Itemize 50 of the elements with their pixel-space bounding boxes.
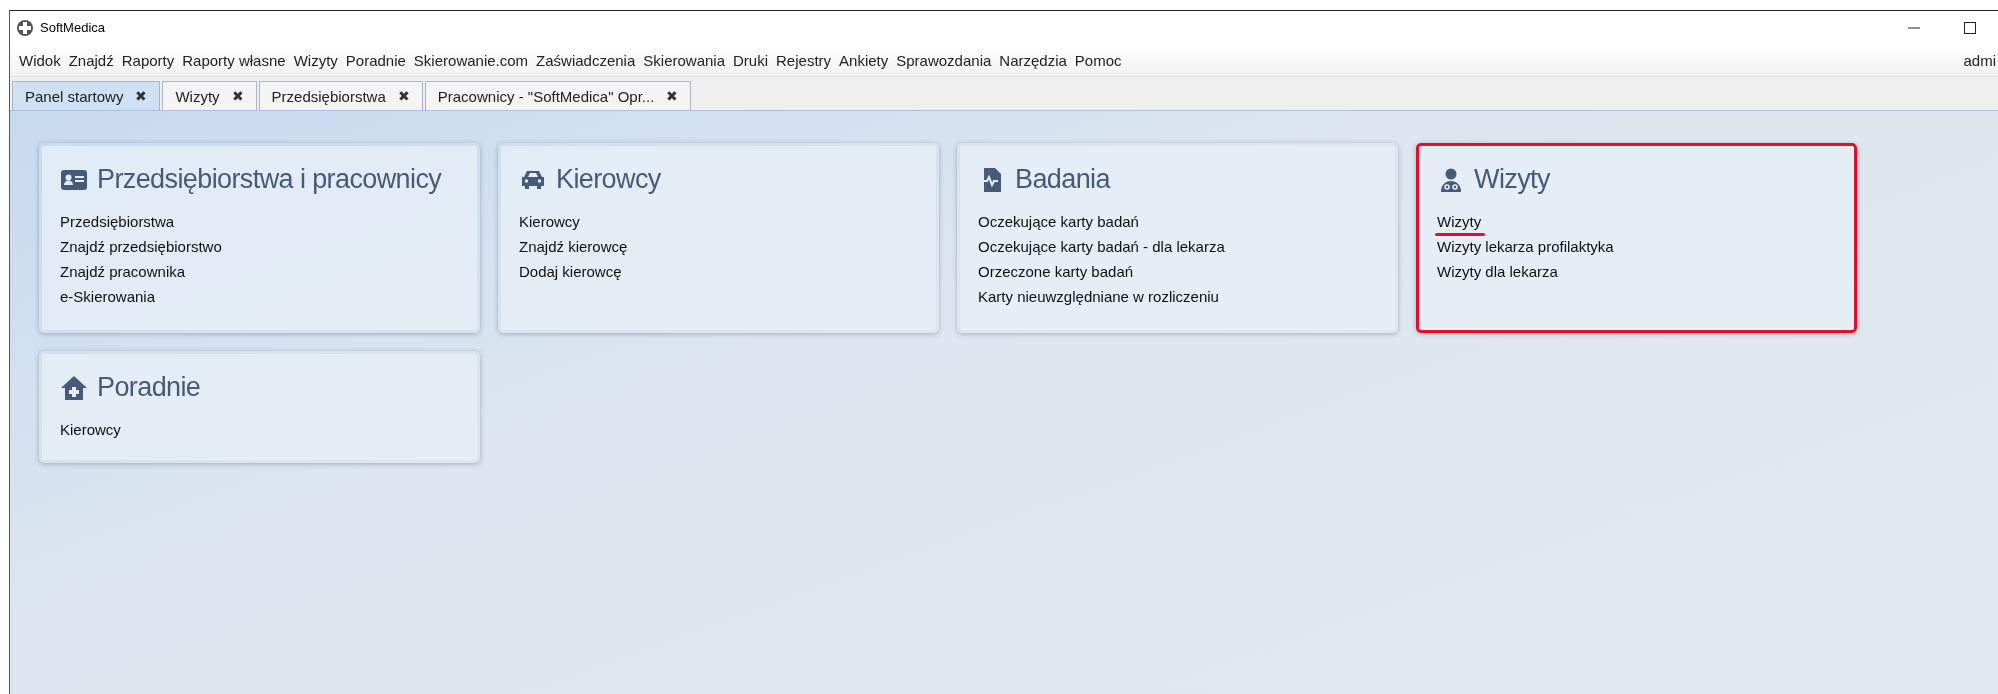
card-title: Badania	[1015, 164, 1110, 195]
tab[interactable]: Panel startowy ✖	[12, 81, 161, 110]
menu-item[interactable]: Widok	[15, 51, 65, 69]
card-link[interactable]: Oczekujące karty badań - dla lekarza	[978, 234, 1225, 259]
card-link[interactable]: Przedsiębiorstwa	[60, 209, 175, 234]
menu-item[interactable]: Raporty własne	[178, 51, 290, 69]
card-link[interactable]: Wizyty lekarza profilaktyka	[1437, 234, 1614, 259]
menu-item[interactable]: Skierowania	[639, 51, 729, 69]
user-name[interactable]: admi	[1963, 51, 1996, 69]
card-link[interactable]: Kierowcy	[519, 209, 580, 234]
close-icon[interactable]: ✖	[666, 88, 679, 104]
card-link[interactable]: Oczekujące karty badań	[978, 209, 1139, 234]
menu-item[interactable]: Poradnie	[341, 51, 410, 69]
tab[interactable]: Pracownicy - "SoftMedica" Opr... ✖	[424, 81, 692, 110]
card-link[interactable]: e-Skierowania	[60, 284, 156, 309]
menu-item[interactable]: Skierowanie.com	[409, 51, 533, 69]
card-link[interactable]: Dodaj kierowcę	[519, 259, 622, 284]
menu-item[interactable]: Rejestry	[772, 51, 836, 69]
tab[interactable]: Przedsiębiorstwa ✖	[258, 81, 423, 110]
house-plus-icon	[60, 374, 88, 401]
card-title: Kierowcy	[556, 164, 661, 195]
card-title: Przedsiębiorstwa i pracownicy	[97, 164, 442, 195]
close-icon[interactable]: ✖	[135, 88, 148, 104]
card-link[interactable]: Wizyty dla lekarza	[1437, 259, 1558, 284]
underline-mark	[1435, 233, 1486, 236]
maximize-icon	[1964, 21, 1976, 34]
app-logo-icon	[16, 18, 34, 37]
card-link[interactable]: Orzeczone karty badań	[978, 259, 1134, 284]
card-link[interactable]: Znajdź przedsiębiorstwo	[60, 234, 222, 259]
menu-item[interactable]: Wizyty	[289, 51, 342, 69]
card-link[interactable]: Wizyty	[1437, 209, 1482, 234]
window-title: SoftMedica	[40, 20, 106, 35]
menu-item[interactable]: Druki	[729, 51, 773, 69]
menu-item[interactable]: Znajdź	[64, 51, 118, 69]
card-link[interactable]: Znajdź kierowcę	[519, 234, 628, 259]
menu-item[interactable]: Ankiety	[835, 51, 893, 69]
card-link[interactable]: Karty nieuwzględniane w rozliczeniu	[978, 284, 1219, 309]
minimize-icon	[1908, 26, 1920, 29]
menu-item[interactable]: Narzędzia	[995, 51, 1071, 69]
card-link[interactable]: Kierowcy	[60, 417, 121, 442]
menu-item[interactable]: Raporty	[117, 51, 179, 69]
tab[interactable]: Wizyty ✖	[162, 81, 257, 110]
close-icon[interactable]: ✖	[231, 88, 244, 104]
menu-item[interactable]: Sprawozdania	[892, 51, 996, 69]
card-title: Wizyty	[1474, 164, 1550, 195]
close-icon[interactable]: ✖	[397, 88, 410, 104]
menu-item[interactable]: Pomoc	[1070, 51, 1126, 69]
menu-item[interactable]: Zaświadczenia	[532, 51, 640, 69]
card-title: Poradnie	[97, 372, 201, 403]
card-link[interactable]: Znajdź pracownika	[60, 259, 186, 284]
